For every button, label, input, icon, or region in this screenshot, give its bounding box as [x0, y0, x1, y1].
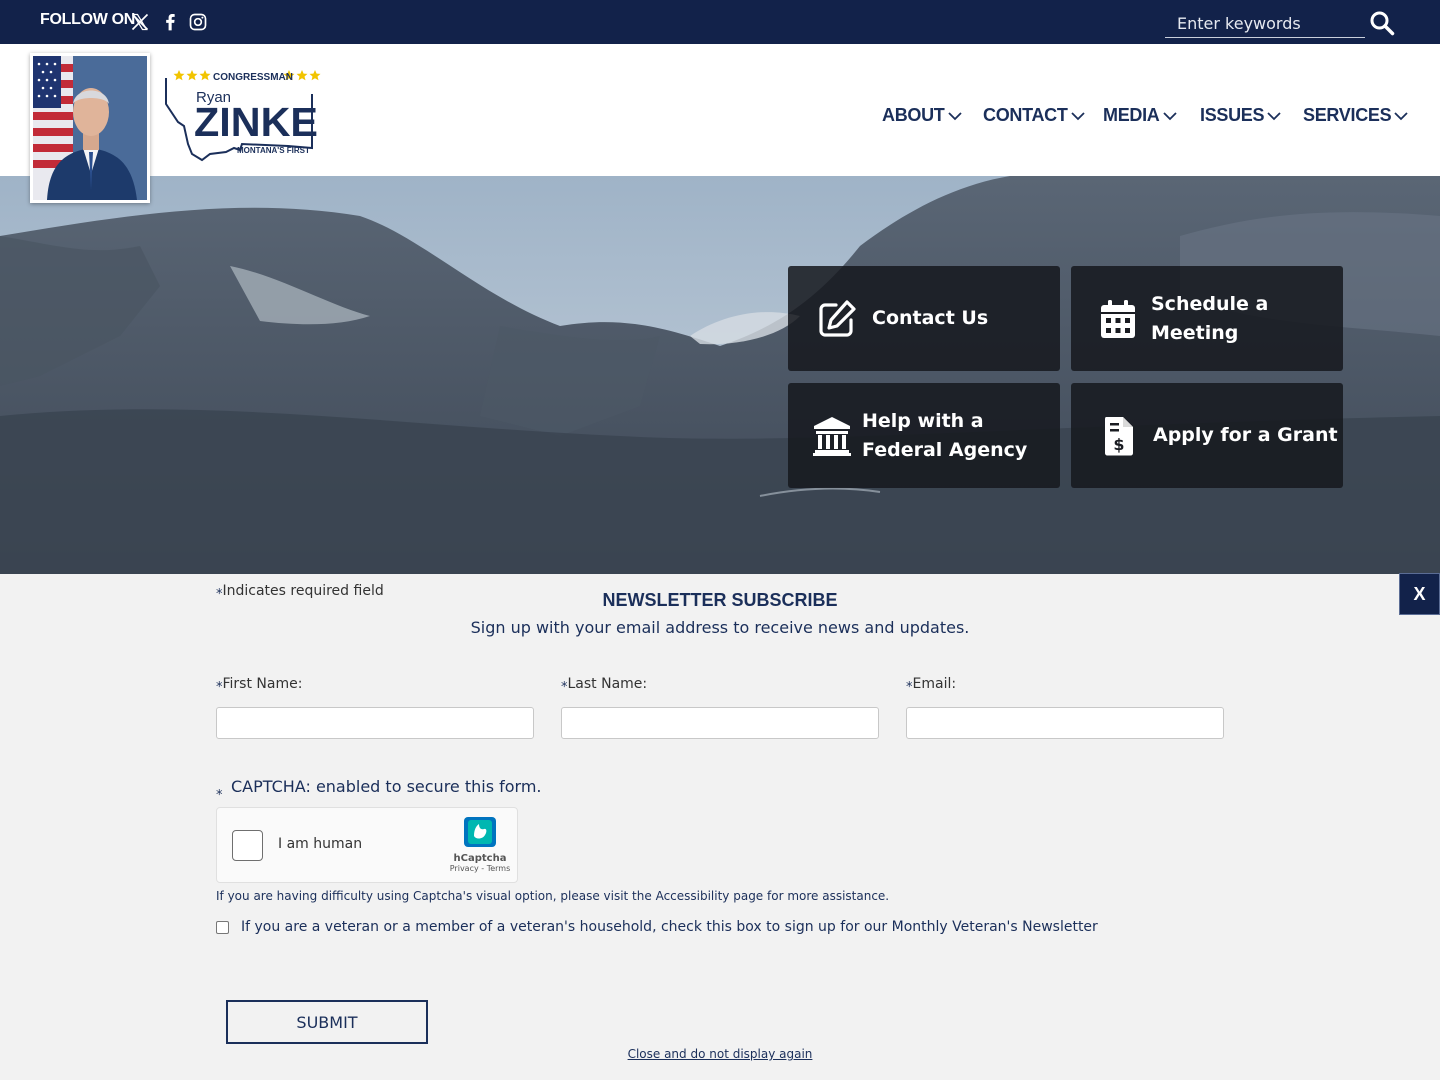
- first-name-field[interactable]: [216, 707, 534, 739]
- federal-agency-tile[interactable]: Help with a Federal Agency: [788, 383, 1060, 488]
- email-label-text: Email:: [912, 676, 957, 692]
- government-building-icon: [813, 416, 851, 456]
- hcaptcha-checkbox[interactable]: [232, 830, 263, 861]
- edit-icon: [819, 299, 856, 337]
- search-icon[interactable]: [1369, 10, 1395, 36]
- close-do-not-display-link[interactable]: Close and do not display again: [0, 1047, 1440, 1061]
- x-icon[interactable]: [130, 12, 150, 32]
- calendar-icon: [1101, 299, 1135, 338]
- logo-tagline: MONTANA'S FIRST: [237, 146, 310, 155]
- hcaptcha-brand-name: hCaptcha: [453, 853, 507, 864]
- nav-issues-label: ISSUES: [1200, 105, 1265, 125]
- apply-grant-label: Apply for a Grant: [1153, 424, 1338, 446]
- follow-on-label: FOLLOW ON: [40, 11, 136, 28]
- hcaptcha-widget: I am human hCaptcha Privacy - Terms: [216, 807, 518, 883]
- required-marker: *: [216, 680, 223, 695]
- required-marker: *: [906, 680, 913, 695]
- congressman-portrait[interactable]: [30, 53, 150, 203]
- chevron-down-icon: [1394, 111, 1408, 120]
- nav-services[interactable]: SERVICES: [1303, 105, 1408, 126]
- captcha-label: CAPTCHA: enabled to secure this form.: [231, 777, 542, 796]
- hcaptcha-logo-icon: [464, 817, 496, 847]
- hero-banner: [0, 176, 1440, 574]
- nav-contact[interactable]: CONTACT: [983, 105, 1085, 126]
- instagram-icon[interactable]: [188, 12, 208, 32]
- hcaptcha-privacy-terms-link[interactable]: Privacy - Terms: [445, 864, 515, 873]
- hcaptcha-checkbox-text: I am human: [278, 836, 363, 852]
- newsletter-title: NEWSLETTER SUBSCRIBE: [602, 590, 838, 610]
- apply-grant-tile[interactable]: $ Apply for a Grant: [1071, 383, 1343, 488]
- schedule-meeting-tile[interactable]: Schedule a Meeting: [1071, 266, 1343, 371]
- nav-services-label: SERVICES: [1303, 105, 1392, 125]
- chevron-down-icon: [1162, 111, 1177, 120]
- schedule-meeting-label: Schedule a Meeting: [1151, 292, 1269, 344]
- required-marker: *: [216, 788, 223, 803]
- veteran-newsletter-option[interactable]: If you are a veteran or a member of a ve…: [216, 919, 1098, 935]
- contact-us-label: Contact Us: [872, 307, 989, 329]
- submit-button[interactable]: SUBMIT: [226, 1000, 428, 1044]
- required-marker: *: [561, 680, 568, 695]
- chevron-down-icon: [1267, 111, 1281, 120]
- grant-document-icon: $: [1105, 416, 1133, 455]
- logo-top-line: CONGRESSMAN: [213, 72, 293, 83]
- nav-media[interactable]: MEDIA: [1103, 105, 1177, 126]
- veteran-checkbox-label: If you are a veteran or a member of a ve…: [241, 919, 1098, 935]
- logo-last-name: ZINKE: [194, 99, 318, 145]
- search-input[interactable]: [1165, 9, 1365, 38]
- hcaptcha-branding: hCaptcha Privacy - Terms: [445, 816, 515, 873]
- veteran-checkbox[interactable]: [216, 920, 229, 934]
- nav-about[interactable]: ABOUT: [882, 105, 962, 126]
- mountain-background-image: [0, 176, 1440, 574]
- email-field[interactable]: [906, 707, 1224, 739]
- svg-text:$: $: [1113, 435, 1124, 454]
- site-logo[interactable]: CONGRESSMAN Ryan ZINKE MONTANA'S FIRST: [162, 64, 327, 164]
- nav-media-label: MEDIA: [1103, 105, 1160, 125]
- email-label: *Email:: [906, 676, 957, 695]
- chevron-down-icon: [947, 111, 962, 120]
- chevron-down-icon: [1070, 111, 1085, 120]
- contact-us-tile[interactable]: Contact Us: [788, 266, 1060, 371]
- first-name-label: *First Name:: [216, 676, 303, 695]
- top-bar: FOLLOW ON: [0, 0, 1440, 44]
- captcha-accessibility-note: If you are having difficulty using Captc…: [216, 889, 890, 903]
- last-name-label: *Last Name:: [561, 676, 648, 695]
- nav-issues[interactable]: ISSUES: [1200, 105, 1281, 126]
- nav-about-label: ABOUT: [882, 105, 945, 125]
- nav-contact-label: CONTACT: [983, 105, 1068, 125]
- federal-agency-label: Help with a Federal Agency: [862, 409, 1028, 461]
- last-name-field[interactable]: [561, 707, 879, 739]
- last-name-label-text: Last Name:: [567, 676, 648, 692]
- first-name-label-text: First Name:: [222, 676, 303, 692]
- newsletter-subtitle: Sign up with your email address to recei…: [470, 618, 970, 637]
- facebook-icon[interactable]: [160, 12, 180, 32]
